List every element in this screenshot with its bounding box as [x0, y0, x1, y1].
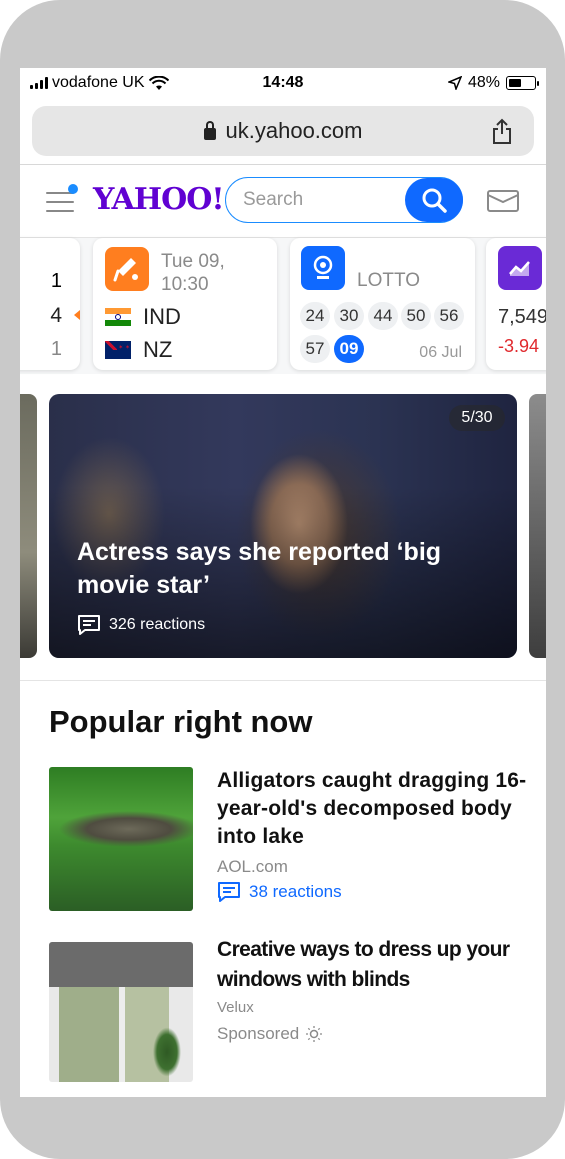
article-item[interactable]: Alligators caught dragging 16-year-old's… [49, 767, 529, 911]
match-date: Tue 09, 10:30 [161, 250, 225, 296]
battery-percent: 48% [467, 74, 500, 91]
status-bar: vodafone UK 14:48 48% [20, 68, 546, 98]
search-button[interactable] [405, 178, 463, 222]
sponsored-label[interactable]: Sponsored [217, 1024, 527, 1044]
slide-counter: 5/30 [449, 405, 505, 431]
article-source: AOL.com [217, 857, 288, 876]
share-icon[interactable] [488, 117, 516, 145]
carousel-prev-slide[interactable] [20, 394, 37, 658]
team-row: NZ [105, 337, 172, 363]
article-thumbnail[interactable] [49, 767, 193, 911]
lotto-card[interactable]: LOTTO 24 30 44 50 56 57 09 06 Jul [290, 238, 475, 370]
location-arrow-icon [447, 76, 462, 90]
phone-screen: vodafone UK 14:48 48% uk.yahoo.com YAHOO… [20, 68, 546, 1097]
mail-icon[interactable] [487, 189, 519, 213]
lotto-ball: 50 [401, 302, 431, 330]
lotto-ball: 30 [334, 302, 364, 330]
match-day: Tue 09, [161, 251, 225, 272]
partial-value: 1 [50, 338, 62, 360]
lotto-ball: 57 [300, 335, 330, 363]
comment-icon [218, 882, 240, 902]
new-zealand-flag-icon [105, 341, 131, 359]
reactions-count: 38 reactions [249, 882, 342, 901]
cricket-card[interactable]: Tue 09, 10:30 IND NZ [93, 238, 277, 370]
sponsored-text: Sponsored [217, 1024, 300, 1043]
lotto-bonus-ball: 09 [334, 335, 364, 363]
sponsored-item[interactable]: Creative ways to dress up your windows w… [49, 938, 529, 1082]
yahoo-logo[interactable]: YAHOO! [93, 182, 225, 217]
chart-trend-icon [498, 246, 542, 290]
match-time: 10:30 [161, 274, 209, 295]
team-name: NZ [143, 337, 173, 362]
lotto-icon [301, 246, 345, 290]
hero-story[interactable]: 5/30 Actress says she reported ‘big movi… [49, 394, 517, 658]
ad-advertiser: Velux [217, 999, 254, 1016]
search-icon [422, 188, 447, 213]
lock-icon [203, 121, 216, 140]
market-value: 7,549 [498, 306, 546, 328]
cricket-icon [105, 247, 149, 291]
article-headline[interactable]: Alligators caught dragging 16-year-old's… [217, 767, 527, 851]
lotto-ball: 56 [434, 302, 464, 330]
notification-dot [68, 184, 78, 194]
lotto-ball: 24 [300, 302, 330, 330]
partial-value: 4 [50, 304, 62, 327]
reactions-count: 326 reactions [109, 616, 206, 633]
partial-value: 1 [50, 270, 62, 292]
hero-carousel[interactable]: 5/30 Actress says she reported ‘big movi… [20, 394, 546, 659]
address-bar[interactable]: uk.yahoo.com [32, 106, 534, 156]
lotto-label: LOTTO [357, 270, 420, 291]
section-heading: Popular right now [49, 704, 313, 739]
caret-icon [74, 310, 80, 320]
url-text: uk.yahoo.com [225, 118, 363, 143]
ad-headline[interactable]: Creative ways to dress up your windows w… [217, 935, 527, 995]
team-name: IND [143, 304, 181, 329]
article-reactions[interactable]: 38 reactions [217, 881, 527, 903]
site-header: YAHOO! Search [20, 165, 546, 237]
score-card-partial[interactable]: 1 4 1 [20, 238, 80, 370]
carousel-next-slide[interactable] [529, 394, 546, 658]
plant-image [147, 1012, 187, 1082]
divider [20, 680, 546, 681]
widget-strip[interactable]: 1 4 1 Tue 09, 10:30 IND NZ LOTTO 24 30 4… [20, 238, 546, 374]
lotto-ball: 44 [368, 302, 398, 330]
ad-choices-icon [306, 1026, 323, 1042]
comment-icon [78, 615, 100, 635]
hamburger-menu-icon[interactable] [46, 184, 78, 212]
team-row: IND [105, 304, 181, 330]
ad-thumbnail[interactable] [49, 942, 193, 1082]
battery-icon [506, 76, 539, 90]
hero-headline[interactable]: Actress says she reported ‘big movie sta… [77, 536, 497, 602]
market-change: -3.94 [498, 336, 540, 356]
article-text: Alligators caught dragging 16-year-old's… [217, 767, 527, 903]
status-right: 48% [447, 74, 539, 92]
search-input[interactable]: Search [226, 189, 405, 211]
hero-reactions[interactable]: 326 reactions [77, 614, 205, 636]
search-box[interactable]: Search [225, 177, 463, 223]
india-flag-icon [105, 308, 131, 326]
lotto-draw-date: 06 Jul [419, 344, 462, 361]
ad-text: Creative ways to dress up your windows w… [217, 935, 527, 1044]
markets-card[interactable]: 7,549 -3.94 [486, 238, 546, 370]
